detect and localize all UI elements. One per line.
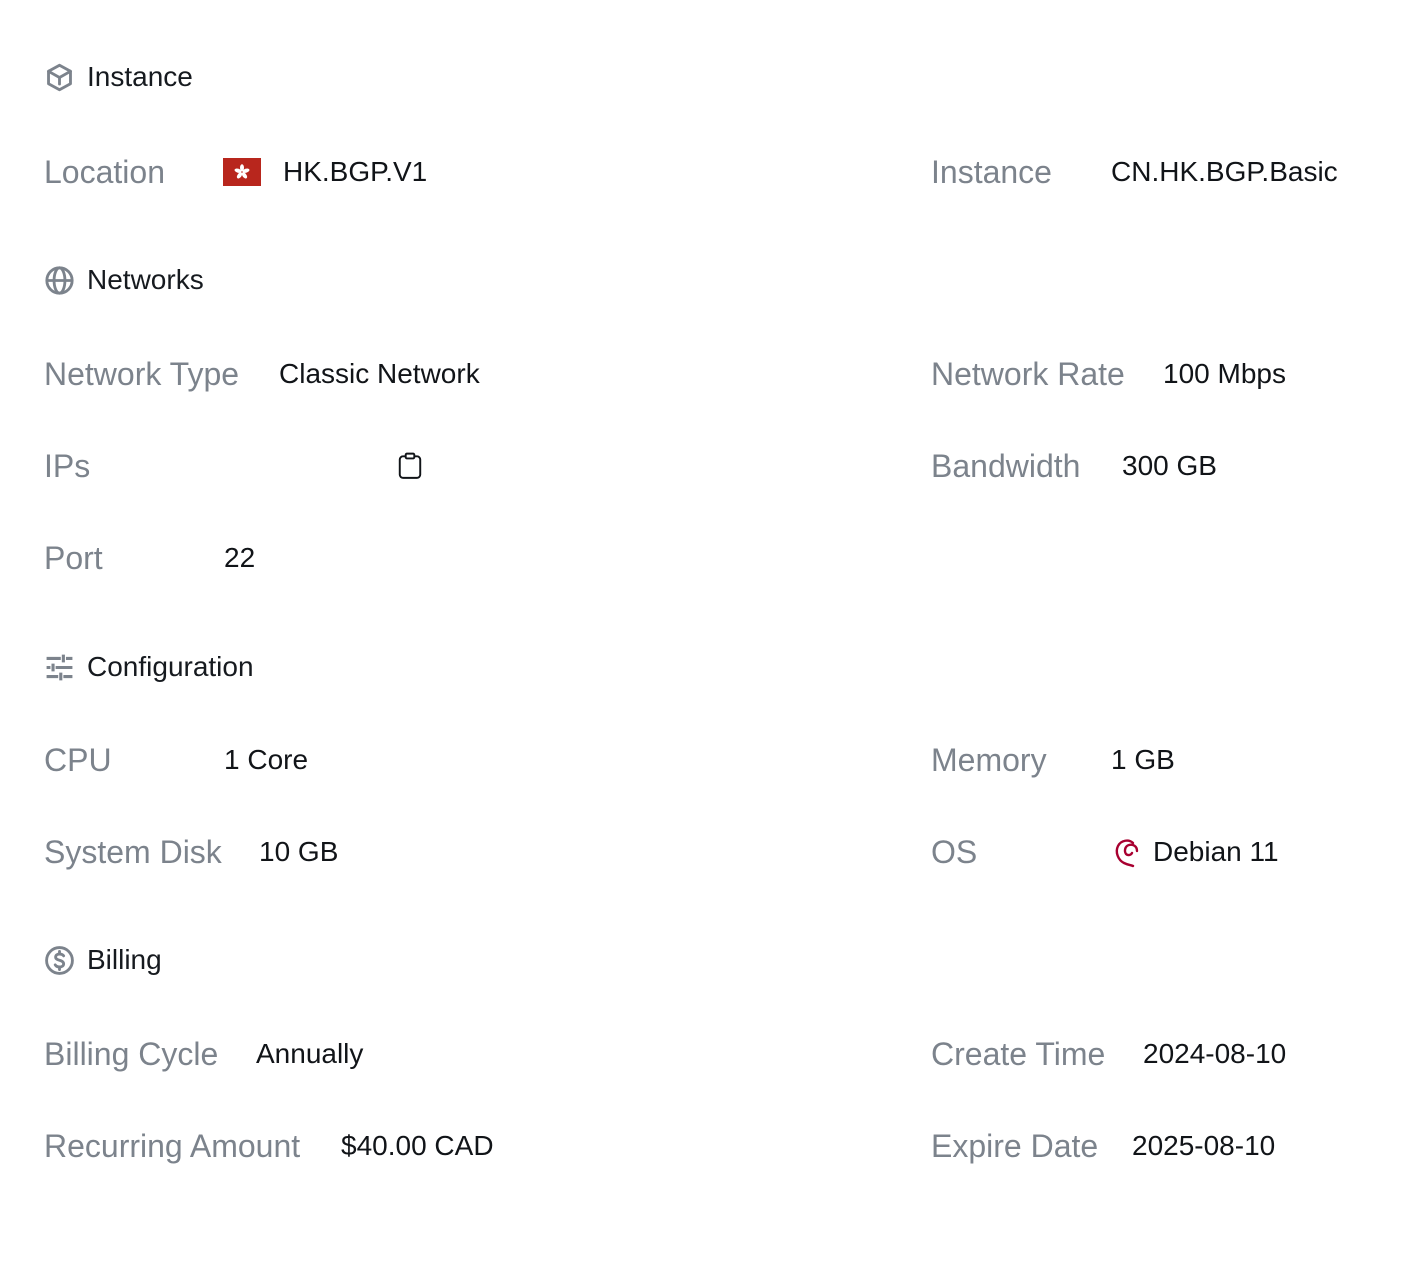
billing-cycle-row: Billing Cycle Annually (44, 1034, 363, 1074)
port-value: 22 (224, 542, 256, 573)
section-title-configuration: Configuration (44, 651, 254, 683)
cpu-label: CPU (44, 741, 112, 778)
cpu-value: 1 Core (224, 744, 309, 775)
section-title-networks: Networks (44, 264, 204, 296)
section-title-label: Configuration (87, 651, 254, 682)
network-rate-value: 100 Mbps (1163, 358, 1286, 389)
os-row: OS Debian 11 (931, 832, 1279, 872)
expire-date-value: 2025-08-10 (1132, 1130, 1276, 1161)
expire-date-label: Expire Date (931, 1127, 1099, 1164)
recurring-amount-label: Recurring Amount (44, 1127, 301, 1164)
billing-cycle-value: Annually (256, 1038, 364, 1069)
system-disk-label: System Disk (44, 833, 222, 870)
recurring-amount-value: $40.00 CAD (341, 1130, 494, 1161)
bandwidth-row: Bandwidth 300 GB (931, 446, 1217, 486)
system-disk-value: 10 GB (259, 836, 339, 867)
memory-row: Memory 1 GB (931, 740, 1175, 780)
create-time-row: Create Time 2024-08-10 (931, 1034, 1286, 1074)
instance-label: Instance (931, 153, 1052, 190)
bandwidth-value: 300 GB (1122, 450, 1217, 481)
system-disk-row: System Disk 10 GB (44, 832, 338, 872)
hong-kong-flag-icon (223, 158, 261, 186)
os-label: OS (931, 833, 978, 870)
bandwidth-label: Bandwidth (931, 447, 1081, 484)
location-label: Location (44, 153, 165, 190)
os-value: Debian 11 (1113, 835, 1279, 869)
create-time-value: 2024-08-10 (1143, 1038, 1287, 1069)
memory-label: Memory (931, 741, 1047, 778)
network-type-value: Classic Network (279, 358, 480, 389)
expire-date-row: Expire Date 2025-08-10 (931, 1126, 1275, 1166)
network-rate-label: Network Rate (931, 355, 1125, 392)
instance-value: CN.HK.BGP.Basic (1111, 156, 1338, 187)
port-label: Port (44, 539, 103, 576)
recurring-amount-row: Recurring Amount $40.00 CAD (44, 1126, 494, 1166)
sliders-icon (44, 652, 75, 683)
memory-value: 1 GB (1111, 744, 1175, 775)
section-title-label: Networks (87, 264, 204, 295)
cpu-row: CPU 1 Core (44, 740, 308, 780)
os-text: Debian 11 (1153, 836, 1279, 867)
create-time-label: Create Time (931, 1035, 1106, 1072)
clipboard-icon[interactable] (397, 452, 423, 480)
ips-row: IPs (44, 446, 423, 486)
section-title-label: Instance (87, 61, 193, 92)
section-title-billing: Billing (44, 944, 162, 976)
debian-logo-icon (1113, 835, 1143, 869)
section-title-label: Billing (87, 944, 162, 975)
ips-label: IPs (44, 447, 91, 484)
cube-icon (44, 62, 75, 93)
port-row: Port 22 (44, 538, 255, 578)
location-text: HK.BGP.V1 (283, 156, 428, 187)
instance-row: Instance CN.HK.BGP.Basic (931, 152, 1338, 192)
location-row: Location HK.BGP.V1 (44, 152, 427, 192)
section-title-instance: Instance (44, 61, 193, 93)
globe-icon (44, 265, 75, 296)
location-value: HK.BGP.V1 (223, 156, 427, 188)
dollar-coin-icon (44, 945, 75, 976)
billing-cycle-label: Billing Cycle (44, 1035, 219, 1072)
network-rate-row: Network Rate 100 Mbps (931, 354, 1286, 394)
ips-value (397, 452, 423, 480)
network-type-label: Network Type (44, 355, 240, 392)
network-type-row: Network Type Classic Network (44, 354, 480, 394)
